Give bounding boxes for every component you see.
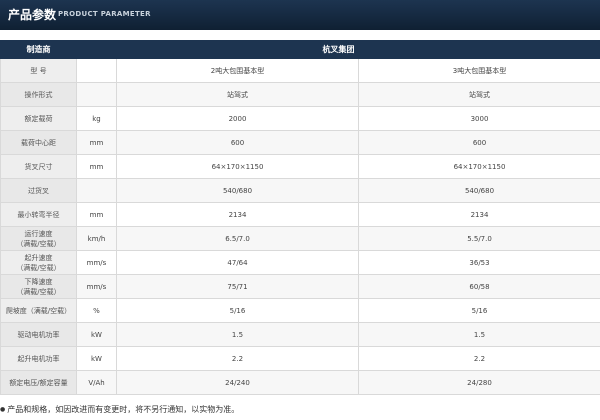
param-value-2t: 1.5	[116, 322, 359, 347]
header-banner: 产品参数 PRODUCT PARAMETER	[0, 0, 600, 30]
param-label-text: 载荷中心距	[21, 138, 56, 147]
param-label-text: 下降速度	[24, 277, 53, 286]
param-label: 型 号	[0, 58, 77, 83]
param-value-2t: 47/64	[116, 250, 359, 275]
param-label-text: 起升速度	[24, 253, 53, 262]
param-value-2t: 站驾式	[116, 82, 359, 107]
table-row: 驱动电机功率 kW 1.5 1.5	[0, 322, 600, 347]
param-value-2t: 2吨大包围基本型	[116, 58, 359, 83]
param-label: 起升速度 （满载/空载）	[0, 250, 77, 275]
banner-subtitle: PRODUCT PARAMETER	[58, 10, 151, 18]
param-label-text: 额定载荷	[24, 114, 53, 123]
param-value-3t: 5.5/7.0	[358, 226, 600, 251]
param-value-2t: 540/680	[116, 178, 359, 203]
param-label-subtext: （满载/空载）	[16, 287, 61, 296]
param-value-3t: 站驾式	[358, 82, 600, 107]
param-label-text: 爬坡度（满载/空载）	[5, 306, 72, 315]
param-unit: km/h	[76, 226, 117, 251]
table-row: 操作形式 站驾式 站驾式	[0, 82, 600, 107]
param-label: 运行速度 （满载/空载）	[0, 226, 77, 251]
param-value-2t: 5/16	[116, 298, 359, 323]
param-unit: mm	[76, 130, 117, 155]
param-label-text: 最小转弯半径	[17, 210, 60, 219]
table-row: 爬坡度（满载/空载）% 5/16 5/16	[0, 298, 600, 323]
param-value-3t: 3000	[358, 106, 600, 131]
table-row: 起升速度 （满载/空载） mm/s 47/64 36/53	[0, 250, 600, 275]
param-label: 过货叉	[0, 178, 77, 203]
param-label: 载荷中心距	[0, 130, 77, 155]
table-header-row: 制造商 杭叉集团	[0, 40, 600, 59]
param-value-3t: 5/16	[358, 298, 600, 323]
param-value-3t: 3吨大包围基本型	[358, 58, 600, 83]
param-label-text: 型 号	[30, 66, 47, 75]
spec-table: 制造商 杭叉集团 型 号 2吨大包围基本型 3吨大包围基本型 操作形式 站驾式 站驾式 额定…	[0, 40, 600, 395]
param-label-text: 驱动电机功率	[17, 330, 60, 339]
param-value-3t: 24/280	[358, 370, 600, 395]
param-unit: mm/s	[76, 250, 117, 275]
param-value-2t: 24/240	[116, 370, 359, 395]
param-label-text: 额定电压/额定容量	[9, 378, 68, 387]
param-value-3t: 36/53	[358, 250, 600, 275]
param-unit: mm/s	[76, 274, 117, 299]
param-value-3t: 540/680	[358, 178, 600, 203]
param-unit	[76, 58, 117, 83]
footnote: ● 产品和规格，如因改进而有变更时，将不另行通知，以实物为准。	[0, 404, 239, 415]
param-value-3t: 600	[358, 130, 600, 155]
table-row: 最小转弯半径 mm 2134 2134	[0, 202, 600, 227]
param-label: 额定载荷	[0, 106, 77, 131]
param-value-3t: 60/58	[358, 274, 600, 299]
param-unit: mm	[76, 154, 117, 179]
param-label: 驱动电机功率	[0, 322, 77, 347]
param-label-text: 运行速度	[24, 229, 53, 238]
table-row: 下降速度 （满载/空载） mm/s 75/71 60/58	[0, 274, 600, 299]
spec-table-body: 型 号 2吨大包围基本型 3吨大包围基本型 操作形式 站驾式 站驾式 额定载荷 kg 2000 3…	[0, 58, 600, 395]
table-row: 额定载荷 kg 2000 3000	[0, 106, 600, 131]
param-label-subtext: （满载/空载）	[16, 239, 61, 248]
param-label: 货叉尺寸	[0, 154, 77, 179]
param-label-text: 起升电机功率	[17, 354, 60, 363]
param-label-text: 操作形式	[24, 90, 53, 99]
param-unit: V/Ah	[76, 370, 117, 395]
param-label: 下降速度 （满载/空载）	[0, 274, 77, 299]
param-value-2t: 64×170×1150	[116, 154, 359, 179]
param-label: 起升电机功率	[0, 346, 77, 371]
table-row: 过货叉 540/680 540/680	[0, 178, 600, 203]
table-row: 货叉尺寸 mm 64×170×1150 64×170×1150	[0, 154, 600, 179]
param-label: 操作形式	[0, 82, 77, 107]
param-unit: mm	[76, 202, 117, 227]
banner-title: 产品参数	[8, 8, 57, 22]
param-label-text: 货叉尺寸	[24, 162, 53, 171]
footnote-text: 产品和规格，如因改进而有变更时，将不另行通知，以实物为准。	[7, 405, 240, 414]
param-label: 额定电压/额定容量	[0, 370, 77, 395]
param-label: 最小转弯半径	[0, 202, 77, 227]
param-value-3t: 2134	[358, 202, 600, 227]
param-unit	[76, 82, 117, 107]
param-unit: kW	[76, 322, 117, 347]
param-value-2t: 600	[116, 130, 359, 155]
param-value-3t: 2.2	[358, 346, 600, 371]
param-value-2t: 2000	[116, 106, 359, 131]
param-unit: kW	[76, 346, 117, 371]
param-value-2t: 2.2	[116, 346, 359, 371]
manufacturer-label: 制造商	[0, 40, 77, 59]
param-label: 爬坡度（满载/空载）	[0, 298, 77, 323]
table-row: 起升电机功率 kW 2.2 2.2	[0, 346, 600, 371]
manufacturer-value: 杭叉集团	[76, 40, 600, 59]
table-row: 载荷中心距 mm 600 600	[0, 130, 600, 155]
table-row: 额定电压/额定容量 V/Ah 24/240 24/280	[0, 370, 600, 395]
param-label-text: 过货叉	[28, 186, 49, 195]
param-value-2t: 2134	[116, 202, 359, 227]
param-unit	[76, 178, 117, 203]
param-value-2t: 75/71	[116, 274, 359, 299]
param-label-subtext: （满载/空载）	[16, 263, 61, 272]
param-value-3t: 64×170×1150	[358, 154, 600, 179]
param-value-3t: 1.5	[358, 322, 600, 347]
param-unit: %	[76, 298, 117, 323]
param-unit: kg	[76, 106, 117, 131]
table-row: 型 号 2吨大包围基本型 3吨大包围基本型	[0, 58, 600, 83]
bullet-icon: ●	[0, 406, 6, 413]
table-row: 运行速度 （满载/空载） km/h 6.5/7.0 5.5/7.0	[0, 226, 600, 251]
param-value-2t: 6.5/7.0	[116, 226, 359, 251]
